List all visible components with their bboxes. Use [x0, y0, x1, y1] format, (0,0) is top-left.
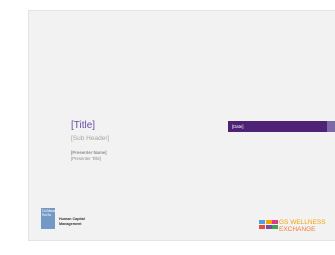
slide-title[interactable]: [Title] — [71, 120, 95, 131]
slide-sub-header[interactable]: [Sub Header] — [71, 135, 109, 142]
wellness-line2: EXCHANGE — [279, 225, 316, 233]
gs-logo-line2: Sachs — [42, 213, 52, 217]
presentation-canvas: [Title] [Sub Header] [Presenter Name] [P… — [0, 0, 335, 255]
human-capital-management-label: Human Capital Management — [59, 217, 85, 227]
date-text[interactable]: [Date] — [232, 124, 243, 129]
hcm-line2: Management — [59, 222, 82, 226]
date-bar[interactable]: [Date] — [228, 121, 327, 132]
presenter-title[interactable]: [Presenter Title] — [71, 156, 101, 161]
title-slide[interactable]: [Title] [Sub Header] [Presenter Name] [P… — [29, 11, 335, 240]
presenter-name[interactable]: [Presenter Name] — [71, 150, 107, 155]
colored-tiles-icon — [259, 220, 278, 230]
wellness-wordmark: GS WELLNESS EXCHANGE — [279, 219, 326, 233]
goldman-sachs-logo-icon: Goldman Sachs — [41, 208, 56, 229]
date-bar-accent — [327, 121, 335, 132]
